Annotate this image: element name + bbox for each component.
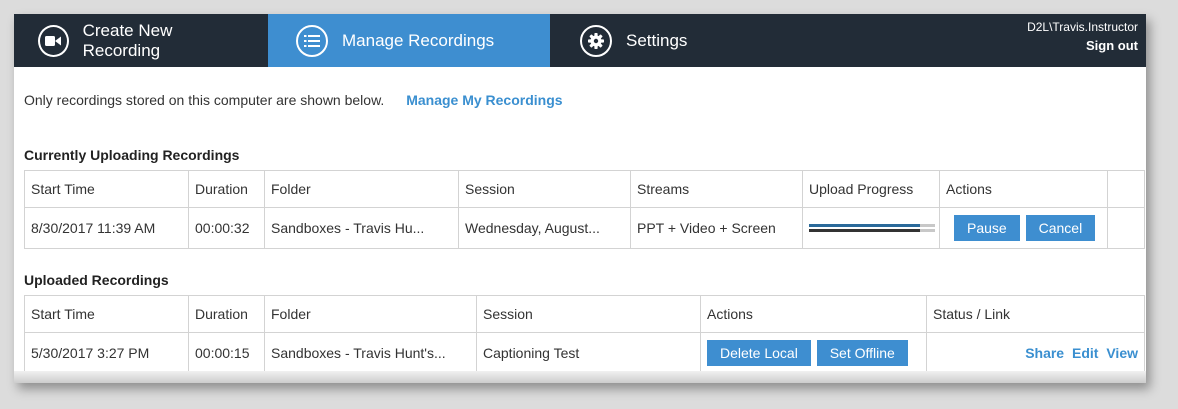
- table-header-row: Start Time Duration Folder Session Actio…: [24, 295, 1145, 333]
- column-header: Upload Progress: [802, 170, 940, 208]
- uploading-table: Start Time Duration Folder Session Strea…: [24, 170, 1145, 249]
- column-header: Streams: [630, 170, 803, 208]
- column-header: Folder: [264, 170, 459, 208]
- user-name: D2L\Travis.Instructor: [1027, 20, 1138, 34]
- sign-out-link[interactable]: Sign out: [1027, 38, 1138, 53]
- info-text: Only recordings stored on this computer …: [24, 92, 385, 108]
- progress-fill: [809, 224, 920, 227]
- video-camera-icon: [38, 24, 69, 57]
- set-offline-button[interactable]: Set Offline: [816, 340, 908, 366]
- progress-fill: [809, 229, 920, 232]
- share-link[interactable]: Share: [1025, 345, 1064, 361]
- uploaded-table: Start Time Duration Folder Session Actio…: [24, 295, 1145, 374]
- column-header: Session: [458, 170, 631, 208]
- table-row: 5/30/2017 3:27 PM 00:00:15 Sandboxes - T…: [24, 332, 1145, 374]
- uploading-section-title: Currently Uploading Recordings: [24, 147, 240, 163]
- streams-cell: PPT + Video + Screen: [630, 207, 803, 249]
- tab-create-new-recording[interactable]: Create New Recording: [14, 14, 268, 67]
- folder-cell: Sandboxes - Travis Hunt's...: [264, 332, 477, 374]
- user-box: D2L\Travis.Instructor Sign out: [1027, 20, 1138, 53]
- tab-manage-recordings[interactable]: Manage Recordings: [268, 14, 550, 67]
- app-window: Create New Recording Manage Recordings S…: [14, 14, 1146, 383]
- delete-local-button[interactable]: Delete Local: [707, 340, 811, 366]
- column-header: Start Time: [24, 295, 189, 333]
- duration-cell: 00:00:15: [188, 332, 265, 374]
- cancel-button[interactable]: Cancel: [1025, 215, 1096, 241]
- column-header: Actions: [700, 295, 927, 333]
- column-header: Folder: [264, 295, 477, 333]
- uploaded-section-title: Uploaded Recordings: [24, 272, 169, 288]
- column-header: Session: [476, 295, 701, 333]
- actions-cell: Delete Local Set Offline: [700, 332, 927, 374]
- folder-cell: Sandboxes - Travis Hu...: [264, 207, 459, 249]
- column-header: Start Time: [24, 170, 189, 208]
- view-link[interactable]: View: [1106, 345, 1138, 361]
- blurred-edge: [14, 371, 1146, 383]
- column-header-empty: [1107, 170, 1145, 208]
- main-content: Only recordings stored on this computer …: [14, 92, 1146, 374]
- tab-settings[interactable]: Settings: [550, 14, 709, 67]
- upload-progress-bar: [809, 221, 935, 235]
- top-navbar: Create New Recording Manage Recordings S…: [14, 14, 1146, 67]
- upload-progress-cell: [802, 207, 940, 249]
- column-header: Duration: [188, 170, 265, 208]
- edit-link[interactable]: Edit: [1072, 345, 1098, 361]
- tab-label: Create New Recording: [82, 20, 173, 60]
- start-time-cell: 5/30/2017 3:27 PM: [24, 332, 189, 374]
- table-row: 8/30/2017 11:39 AM 00:00:32 Sandboxes - …: [24, 207, 1145, 249]
- manage-my-recordings-link[interactable]: Manage My Recordings: [406, 92, 562, 108]
- column-header: Status / Link: [926, 295, 1145, 333]
- session-cell: Captioning Test: [476, 332, 701, 374]
- status-link-cell: Share Edit View: [926, 332, 1145, 374]
- duration-cell: 00:00:32: [188, 207, 265, 249]
- column-header: Duration: [188, 295, 265, 333]
- start-time-cell: 8/30/2017 11:39 AM: [24, 207, 189, 249]
- tab-label: Settings: [626, 30, 688, 50]
- gear-icon: [580, 24, 612, 57]
- list-icon: [296, 24, 328, 57]
- info-line: Only recordings stored on this computer …: [24, 92, 1136, 108]
- pause-button[interactable]: Pause: [954, 215, 1020, 241]
- tab-label: Manage Recordings: [342, 30, 495, 50]
- actions-cell: Pause Cancel: [939, 207, 1108, 249]
- table-header-row: Start Time Duration Folder Session Strea…: [24, 170, 1145, 208]
- empty-cell: [1107, 207, 1145, 249]
- column-header: Actions: [939, 170, 1108, 208]
- session-cell: Wednesday, August...: [458, 207, 631, 249]
